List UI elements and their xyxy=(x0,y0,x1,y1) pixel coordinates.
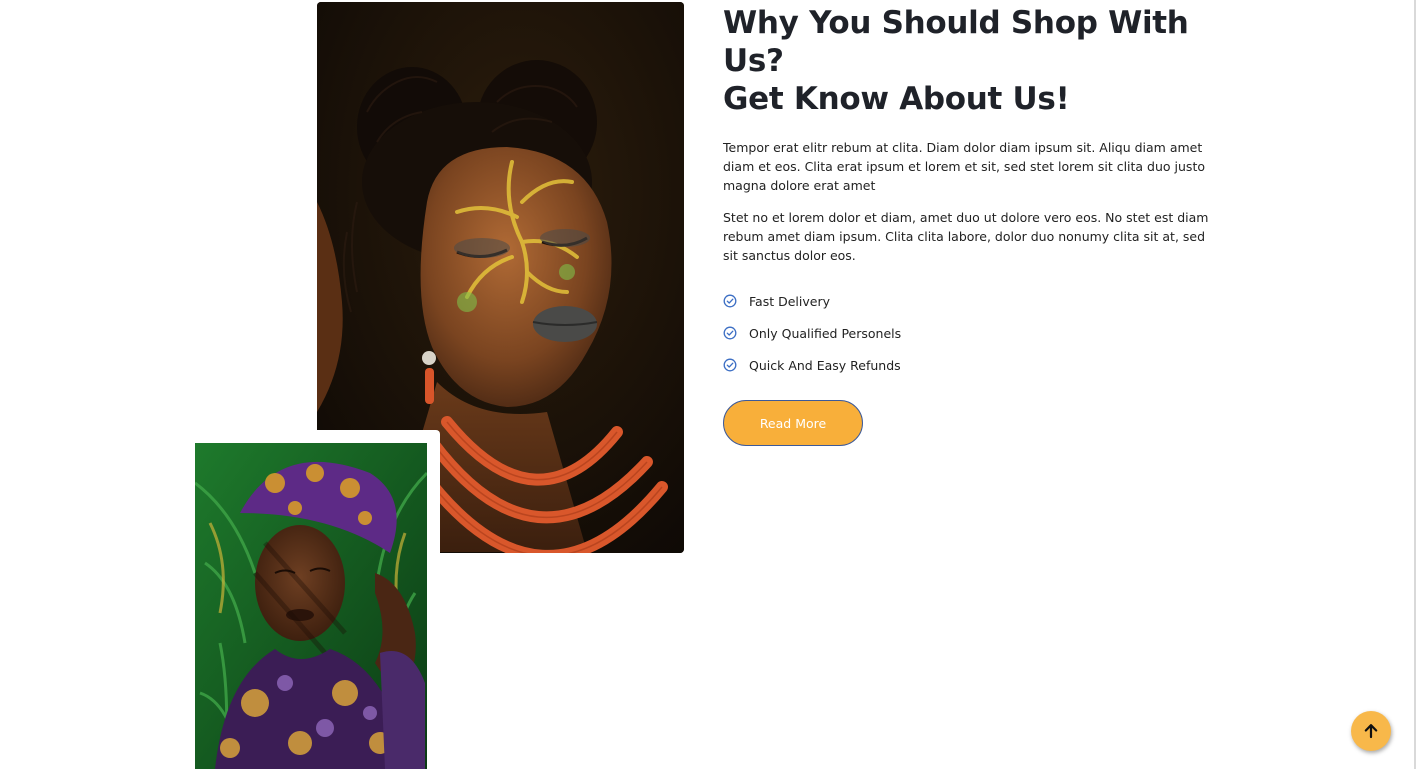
feature-label: Fast Delivery xyxy=(749,293,830,309)
heading-line-1: Why You Should Shop With Us? xyxy=(723,5,1189,79)
feature-item: Fast Delivery xyxy=(723,285,1223,317)
section-heading: Why You Should Shop With Us? Get Know Ab… xyxy=(723,4,1223,118)
read-more-button[interactable]: Read More xyxy=(723,400,863,446)
feature-item: Only Qualified Personels xyxy=(723,317,1223,349)
about-content: Why You Should Shop With Us? Get Know Ab… xyxy=(723,4,1223,446)
intro-paragraph: Tempor erat elitr rebum at clita. Diam d… xyxy=(723,140,1205,193)
heading-line-2: Get Know About Us! xyxy=(723,81,1070,117)
check-circle-icon xyxy=(723,294,737,308)
secondary-portrait-image xyxy=(195,443,427,769)
feature-label: Only Qualified Personels xyxy=(749,325,902,341)
arrow-up-icon xyxy=(1364,724,1378,739)
feature-item: Quick And Easy Refunds xyxy=(723,349,1223,381)
check-circle-icon xyxy=(723,358,737,372)
check-circle-icon xyxy=(723,326,737,340)
feature-list: Fast Delivery Only Qualified Personels Q… xyxy=(723,285,1223,381)
feature-label: Quick And Easy Refunds xyxy=(749,357,901,373)
detail-paragraph: Stet no et lorem dolor et diam, amet duo… xyxy=(723,210,1209,263)
back-to-top-button[interactable] xyxy=(1351,711,1391,751)
about-section: Why You Should Shop With Us? Get Know Ab… xyxy=(0,0,1416,769)
